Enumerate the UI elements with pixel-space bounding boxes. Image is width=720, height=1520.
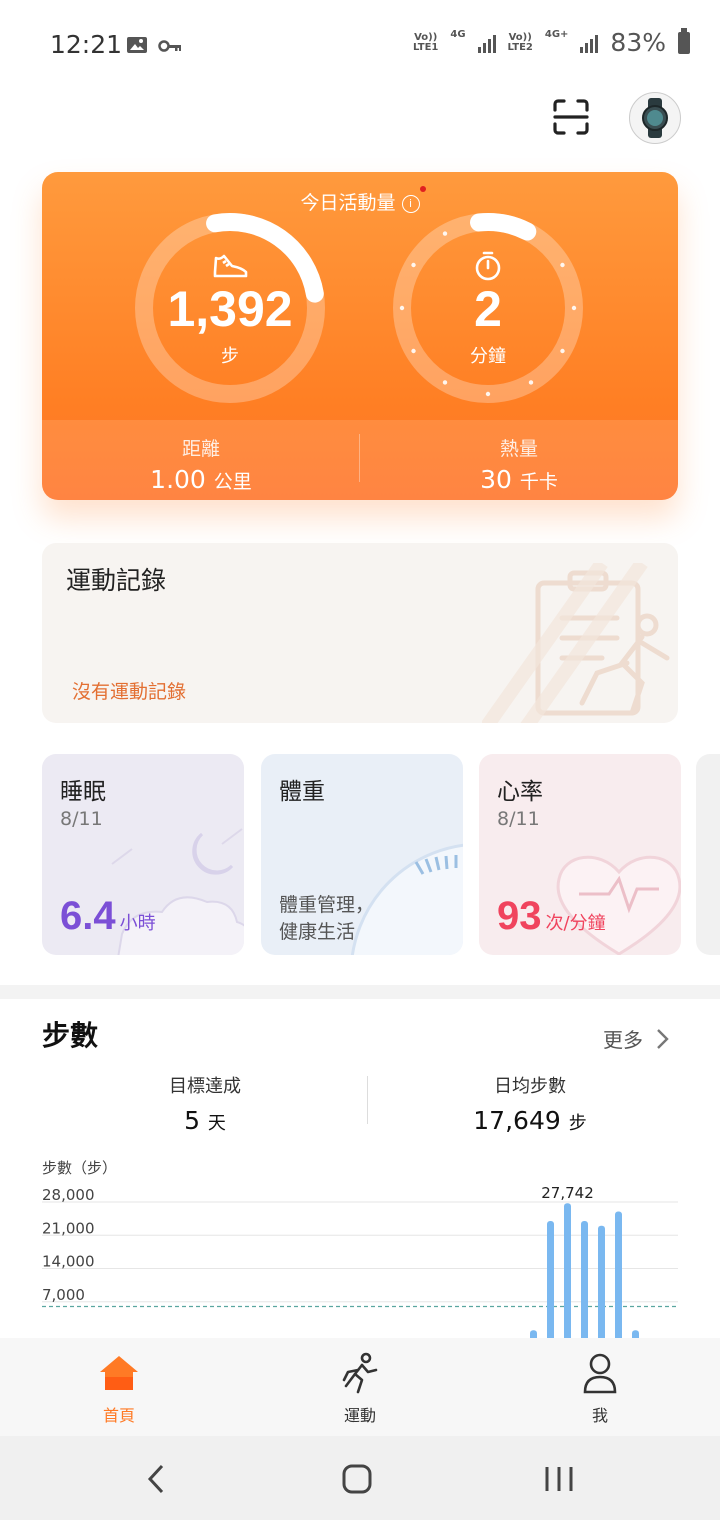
steps-value: 1,392 bbox=[167, 281, 293, 337]
back-button[interactable] bbox=[140, 1462, 170, 1500]
sim1-volte: Vo)) LTE1 bbox=[413, 31, 439, 53]
minute-tick bbox=[528, 380, 534, 385]
more-link[interactable]: 更多 bbox=[603, 1024, 670, 1053]
shoe-icon bbox=[212, 250, 250, 284]
nav-me[interactable]: 我 bbox=[540, 1352, 660, 1426]
y-tick-label: 7,000 bbox=[42, 1286, 85, 1304]
peak-value-label: 27,742 bbox=[541, 1184, 594, 1202]
calories-label: 熱量 bbox=[499, 438, 538, 460]
exercise-record-card[interactable]: 運動記錄 沒有運動記錄 bbox=[42, 543, 678, 723]
home-square-icon bbox=[342, 1464, 372, 1494]
status-bar: 12:21 Vo)) LTE1 4G Vo)) LTE2 4G+ 83% bbox=[0, 0, 720, 90]
minute-tick bbox=[442, 231, 448, 236]
step-bar[interactable] bbox=[615, 1211, 622, 1341]
minute-tick bbox=[485, 391, 491, 397]
minutes-readout: 2 分鐘 bbox=[390, 282, 586, 368]
y-tick-label: 14,000 bbox=[42, 1253, 95, 1271]
vpn-key-icon bbox=[158, 38, 182, 58]
chevron-right-icon bbox=[657, 1029, 670, 1049]
goal-label: 目標達成 bbox=[169, 1076, 241, 1097]
calories-value: 30 千卡 bbox=[480, 465, 558, 494]
nav-exercise-label: 運動 bbox=[343, 1406, 376, 1425]
recents-button[interactable] bbox=[542, 1464, 576, 1498]
gallery-icon bbox=[126, 36, 148, 58]
nav-home[interactable]: 首頁 bbox=[59, 1352, 179, 1426]
steps-readout: 1,392 步 bbox=[132, 282, 328, 368]
scan-icon[interactable] bbox=[552, 98, 590, 136]
calories-stat: 熱量 30 千卡 bbox=[360, 434, 678, 494]
minute-tick bbox=[442, 380, 448, 385]
goal-achieved-stat: 目標達成 5 天 bbox=[40, 1072, 370, 1135]
net1-label: 4G bbox=[450, 29, 466, 40]
steps-section-title: 步數 bbox=[42, 1019, 99, 1052]
status-icons: Vo)) LTE1 4G Vo)) LTE2 4G+ 83% bbox=[413, 27, 690, 57]
sleep-card[interactable]: 睡眠 8/11 6.4 小時 bbox=[42, 754, 244, 955]
signal2-icon bbox=[580, 33, 599, 53]
steps-bar-chart: 步數（步） 28,000 21,000 14,000 7,000 27,742 bbox=[42, 1159, 678, 1341]
running-icon bbox=[342, 1352, 378, 1394]
home-icon bbox=[100, 1356, 138, 1390]
signal1-icon bbox=[477, 33, 496, 53]
sleep-date: 8/11 bbox=[60, 808, 103, 830]
clipboard-runner-illustration bbox=[482, 563, 670, 723]
step-bar[interactable] bbox=[598, 1225, 605, 1340]
recents-icon bbox=[545, 1467, 573, 1491]
activity-card[interactable]: 今日活動量 i 1,392 步 2 分鐘 距離 1.00 公里 熱量 30 千卡 bbox=[42, 172, 678, 500]
exercise-record-title: 運動記錄 bbox=[66, 566, 167, 595]
step-bar[interactable] bbox=[547, 1221, 554, 1340]
minute-tick bbox=[560, 262, 565, 268]
minute-tick bbox=[411, 262, 416, 268]
minutes-unit: 分鐘 bbox=[470, 346, 506, 367]
sim2-volte: Vo)) LTE2 bbox=[507, 31, 533, 53]
weight-card[interactable]: 體重 體重管理， 健康生活 bbox=[261, 754, 463, 955]
daily-average-stat: 日均步數 17,649 步 bbox=[365, 1072, 695, 1135]
minutes-value: 2 bbox=[474, 281, 502, 337]
step-bar[interactable] bbox=[564, 1203, 571, 1340]
battery-percent: 83% bbox=[610, 28, 666, 57]
heart-rate-card[interactable]: 心率 8/11 93 次/分鐘 bbox=[479, 754, 681, 955]
status-time: 12:21 bbox=[50, 30, 123, 59]
y-tick-label: 21,000 bbox=[42, 1219, 95, 1237]
heart-value: 93 次/分鐘 bbox=[497, 894, 606, 938]
steps-unit: 步 bbox=[221, 346, 239, 367]
nav-home-label: 首頁 bbox=[102, 1406, 135, 1425]
distance-stat: 距離 1.00 公里 bbox=[42, 434, 360, 494]
back-icon bbox=[147, 1464, 164, 1494]
avg-value: 17,649 步 bbox=[473, 1106, 587, 1135]
sleep-title: 睡眠 bbox=[60, 779, 106, 805]
section-divider bbox=[0, 985, 720, 999]
weight-title: 體重 bbox=[279, 779, 325, 805]
step-bar[interactable] bbox=[581, 1221, 588, 1340]
avg-label: 日均步數 bbox=[494, 1076, 566, 1097]
notification-dot bbox=[420, 186, 426, 192]
nav-exercise[interactable]: 運動 bbox=[300, 1352, 420, 1426]
more-label: 更多 bbox=[603, 1028, 643, 1052]
home-button[interactable] bbox=[340, 1462, 374, 1500]
smartwatch-icon bbox=[642, 98, 668, 138]
distance-value: 1.00 公里 bbox=[150, 465, 252, 494]
heart-title: 心率 bbox=[497, 779, 543, 805]
next-card-peek[interactable] bbox=[696, 754, 720, 955]
battery-icon bbox=[678, 27, 690, 54]
weight-slogan: 體重管理， 健康生活 bbox=[279, 894, 375, 943]
no-exercise-record: 沒有運動記錄 bbox=[72, 681, 187, 703]
nav-me-label: 我 bbox=[591, 1406, 608, 1425]
y-tick-label: 28,000 bbox=[42, 1186, 95, 1204]
sleep-value: 6.4 小時 bbox=[60, 894, 156, 938]
distance-label: 距離 bbox=[181, 438, 220, 460]
net2-label: 4G+ bbox=[544, 29, 569, 40]
person-icon bbox=[583, 1353, 617, 1394]
watch-avatar[interactable] bbox=[629, 92, 681, 144]
chart-ylabel: 步數（步） bbox=[42, 1159, 117, 1177]
goal-value: 5 天 bbox=[184, 1106, 226, 1135]
heart-date: 8/11 bbox=[497, 808, 540, 830]
